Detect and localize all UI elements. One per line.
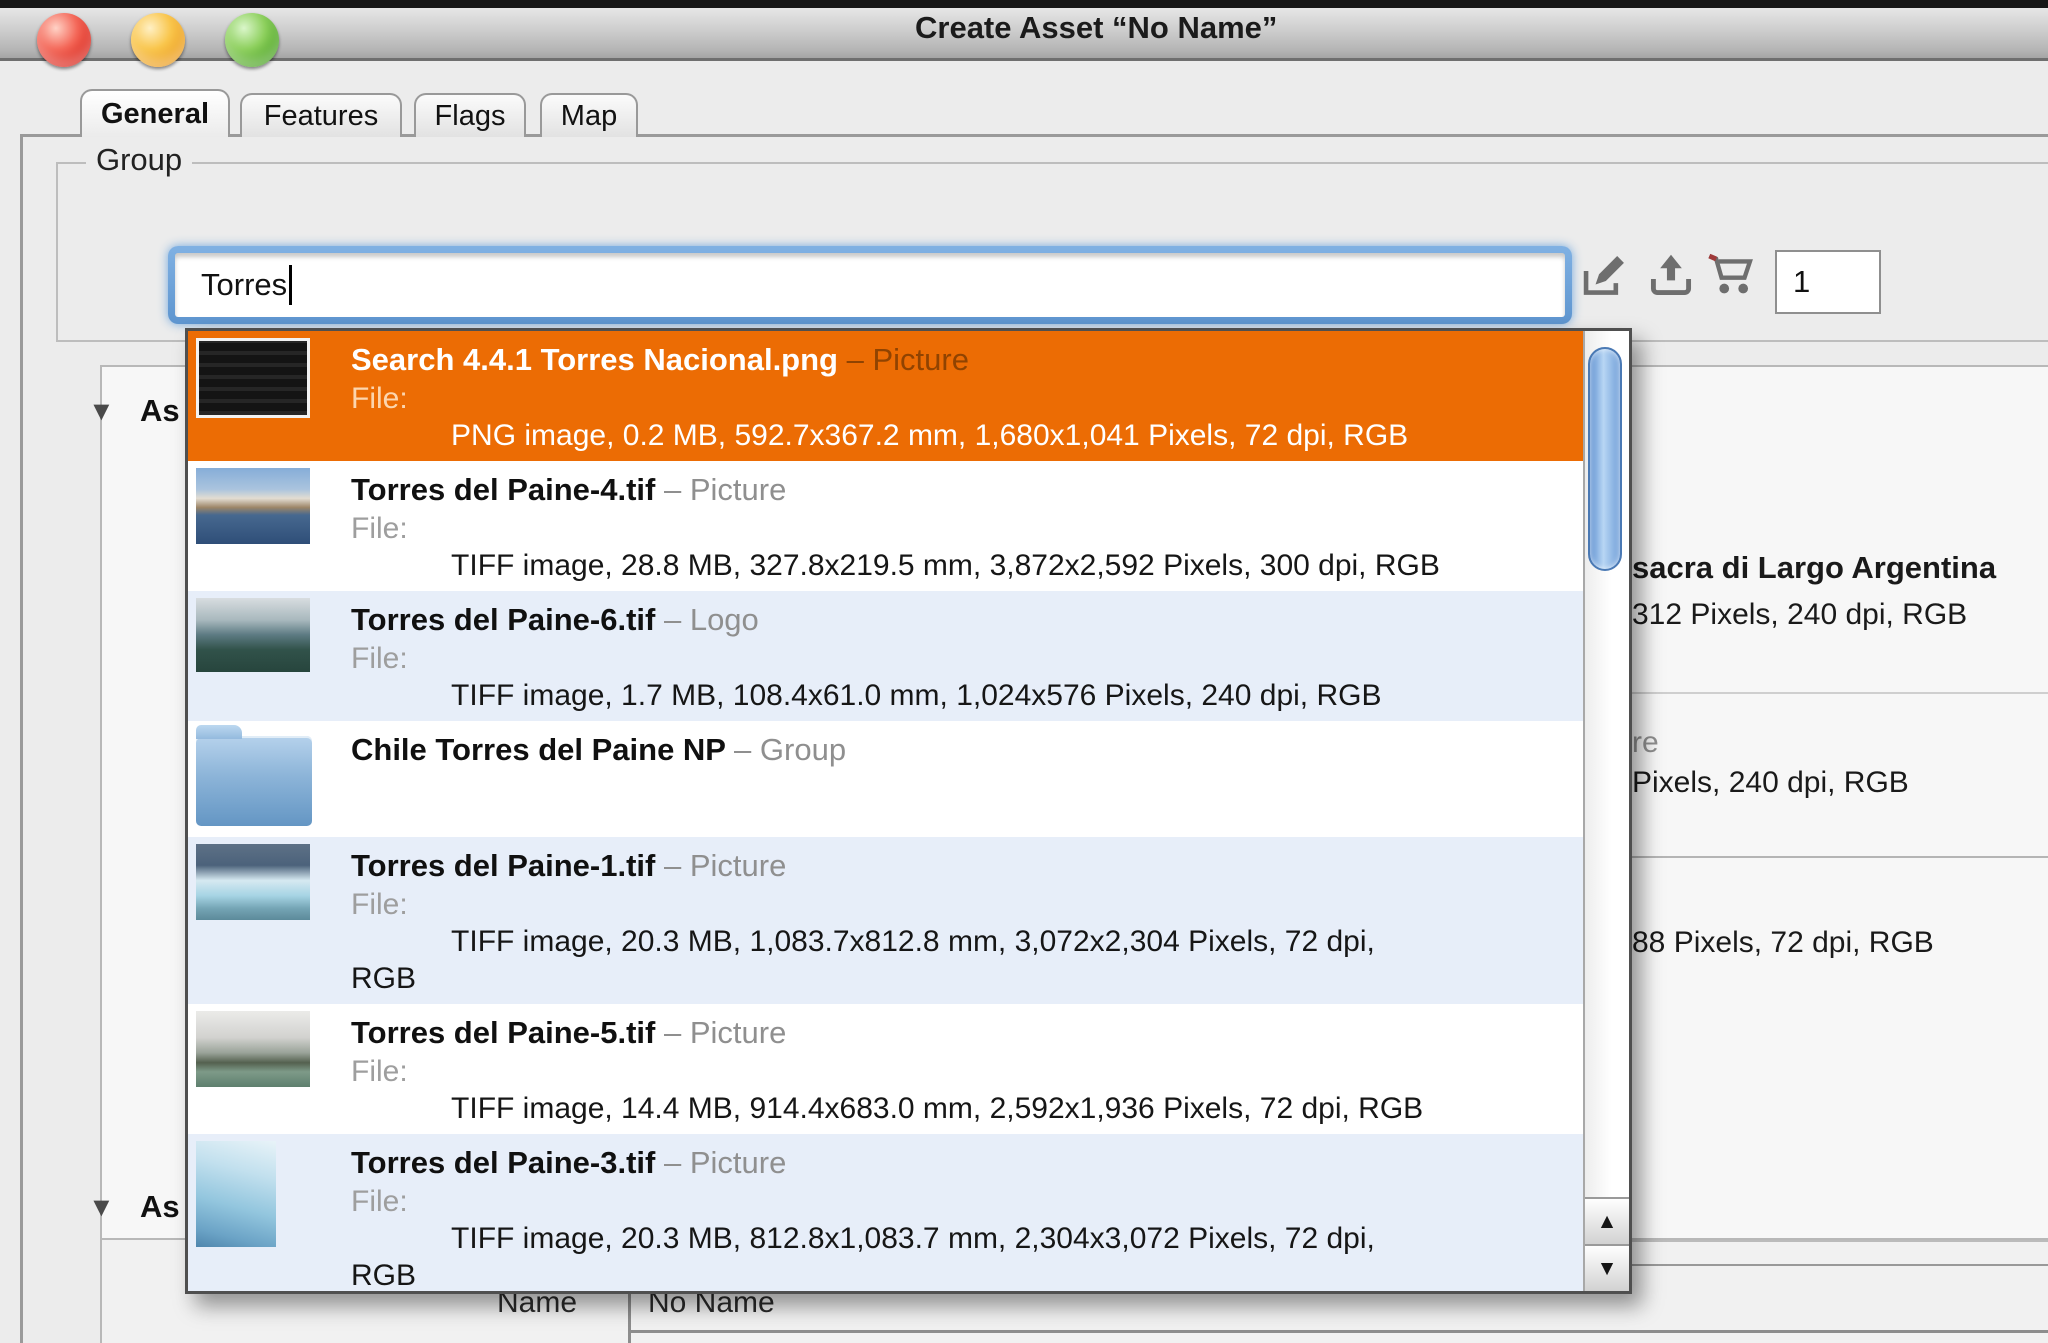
item-name: Torres del Paine-6.tif <box>351 602 655 637</box>
scroll-down-button[interactable]: ▼ <box>1585 1244 1629 1291</box>
scroll-up-button[interactable]: ▲ <box>1585 1197 1629 1244</box>
assets-section-label: As <box>140 393 180 429</box>
file-label: File: <box>351 642 408 675</box>
list-item[interactable]: Torres del Paine-4.tif – Picture File: T… <box>188 461 1583 591</box>
item-name: Torres del Paine-1.tif <box>351 848 655 883</box>
item-name: Torres del Paine-5.tif <box>351 1015 655 1050</box>
file-label: File: <box>351 888 408 921</box>
item-name: Chile Torres del Paine NP <box>351 732 725 767</box>
list-item[interactable]: Torres del Paine-6.tif – Logo File: TIFF… <box>188 591 1583 721</box>
assets-section-label: As <box>140 1189 180 1225</box>
screenshot-thumbnail <box>196 338 310 418</box>
create-asset-window: Create Asset “No Name” General Features … <box>0 0 2048 1343</box>
cloudy-lake-photo-thumbnail <box>196 1011 310 1087</box>
count-value: 1 <box>1793 264 1810 300</box>
asset-title-fragment: sacra di Largo Argentina <box>1632 550 2048 586</box>
asset-detail-fragment: Pixels, 240 dpi, RGB <box>1632 766 2048 800</box>
tab-map[interactable]: Map <box>540 93 638 137</box>
item-name: Search 4.4.1 Torres Nacional.png <box>351 342 838 377</box>
asset-type-fragment: re <box>1632 726 2048 760</box>
text-caret <box>289 265 292 305</box>
tab-general[interactable]: General <box>80 89 230 137</box>
minimize-button[interactable] <box>131 13 185 67</box>
file-info: PNG image, 0.2 MB, 592.7x367.2 mm, 1,680… <box>451 419 1408 452</box>
file-info: TIFF image, 20.3 MB, 812.8x1,083.7 mm, 2… <box>351 1222 1375 1291</box>
group-suggestions-dropdown: Search 4.4.1 Torres Nacional.png – Pictu… <box>185 328 1632 1294</box>
disclosure-triangle-icon[interactable]: ▼ <box>88 1192 115 1223</box>
tab-features[interactable]: Features <box>240 93 402 137</box>
lake-photo-thumbnail <box>196 598 310 672</box>
item-name: Torres del Paine-3.tif <box>351 1145 655 1180</box>
item-type: – Picture <box>664 472 786 507</box>
file-label: File: <box>351 512 408 545</box>
item-type: – Logo <box>664 602 759 637</box>
close-button[interactable] <box>37 13 91 67</box>
file-label: File: <box>351 1055 408 1088</box>
item-type: – Group <box>734 732 846 767</box>
asset-row-fragment[interactable]: sacra di Largo Argentina 312 Pixels, 240… <box>1632 550 2048 632</box>
box-border-line <box>1630 1264 2048 1266</box>
tab-label: Flags <box>435 100 506 133</box>
row-divider <box>1630 856 2048 858</box>
box-border-line <box>1630 1240 2048 1242</box>
edit-icon[interactable] <box>1582 252 1628 303</box>
list-item[interactable]: Search 4.4.1 Torres Nacional.png – Pictu… <box>188 331 1583 461</box>
tab-label: Map <box>561 100 617 133</box>
item-type: – Picture <box>664 1145 786 1180</box>
item-type: – Picture <box>664 1015 786 1050</box>
zoom-button[interactable] <box>225 13 279 67</box>
row-divider <box>1630 692 2048 694</box>
table-divider <box>628 1330 2048 1333</box>
group-fieldset-label: Group <box>86 142 192 178</box>
cart-icon[interactable] <box>1706 252 1756 303</box>
list-item[interactable]: Torres del Paine-5.tif – Picture File: T… <box>188 1004 1583 1134</box>
group-search-input[interactable]: Torres <box>168 246 1572 324</box>
asset-detail-fragment: 88 Pixels, 72 dpi, RGB <box>1632 926 2048 960</box>
window-title: Create Asset “No Name” <box>915 10 1277 46</box>
folder-icon <box>196 736 312 826</box>
up-arrow-icon: ▲ <box>1597 1210 1618 1234</box>
file-info: TIFF image, 28.8 MB, 327.8x219.5 mm, 3,8… <box>451 549 1440 582</box>
asset-row-fragment[interactable]: 88 Pixels, 72 dpi, RGB <box>1632 926 2048 960</box>
suggestions-list: Search 4.4.1 Torres Nacional.png – Pictu… <box>188 331 1583 1291</box>
scrollbar-thumb[interactable] <box>1588 347 1622 571</box>
disclosure-triangle-icon[interactable]: ▼ <box>88 396 115 427</box>
upload-icon[interactable] <box>1648 252 1694 303</box>
asset-detail-fragment: 312 Pixels, 240 dpi, RGB <box>1632 598 2048 632</box>
item-type: – Picture <box>847 342 969 377</box>
list-item[interactable]: Chile Torres del Paine NP – Group <box>188 721 1583 837</box>
group-search-value: Torres <box>201 267 287 303</box>
item-type: – Picture <box>664 848 786 883</box>
mountain-photo-thumbnail <box>196 468 310 544</box>
tab-label: Features <box>264 100 378 133</box>
item-name: Torres del Paine-4.tif <box>351 472 655 507</box>
list-item[interactable]: Torres del Paine-1.tif – Picture File: T… <box>188 837 1583 1004</box>
ice-photo-thumbnail <box>196 1141 276 1247</box>
count-input[interactable]: 1 <box>1775 250 1881 314</box>
file-info: TIFF image, 1.7 MB, 108.4x61.0 mm, 1,024… <box>451 679 1381 712</box>
list-item[interactable]: Torres del Paine-3.tif – Picture File: T… <box>188 1134 1583 1291</box>
file-info: TIFF image, 20.3 MB, 1,083.7x812.8 mm, 3… <box>351 925 1375 995</box>
file-info: TIFF image, 14.4 MB, 914.4x683.0 mm, 2,5… <box>451 1092 1423 1125</box>
scrollbar-track[interactable]: ▲ ▼ <box>1583 331 1629 1291</box>
down-arrow-icon: ▼ <box>1597 1257 1618 1281</box>
file-label: File: <box>351 382 408 415</box>
glacier-photo-thumbnail <box>196 844 310 920</box>
tab-flags[interactable]: Flags <box>414 93 526 137</box>
asset-row-fragment[interactable]: re Pixels, 240 dpi, RGB <box>1632 726 2048 800</box>
screen-top-strip <box>0 0 2048 8</box>
file-label: File: <box>351 1185 408 1218</box>
tab-label: General <box>101 98 209 131</box>
